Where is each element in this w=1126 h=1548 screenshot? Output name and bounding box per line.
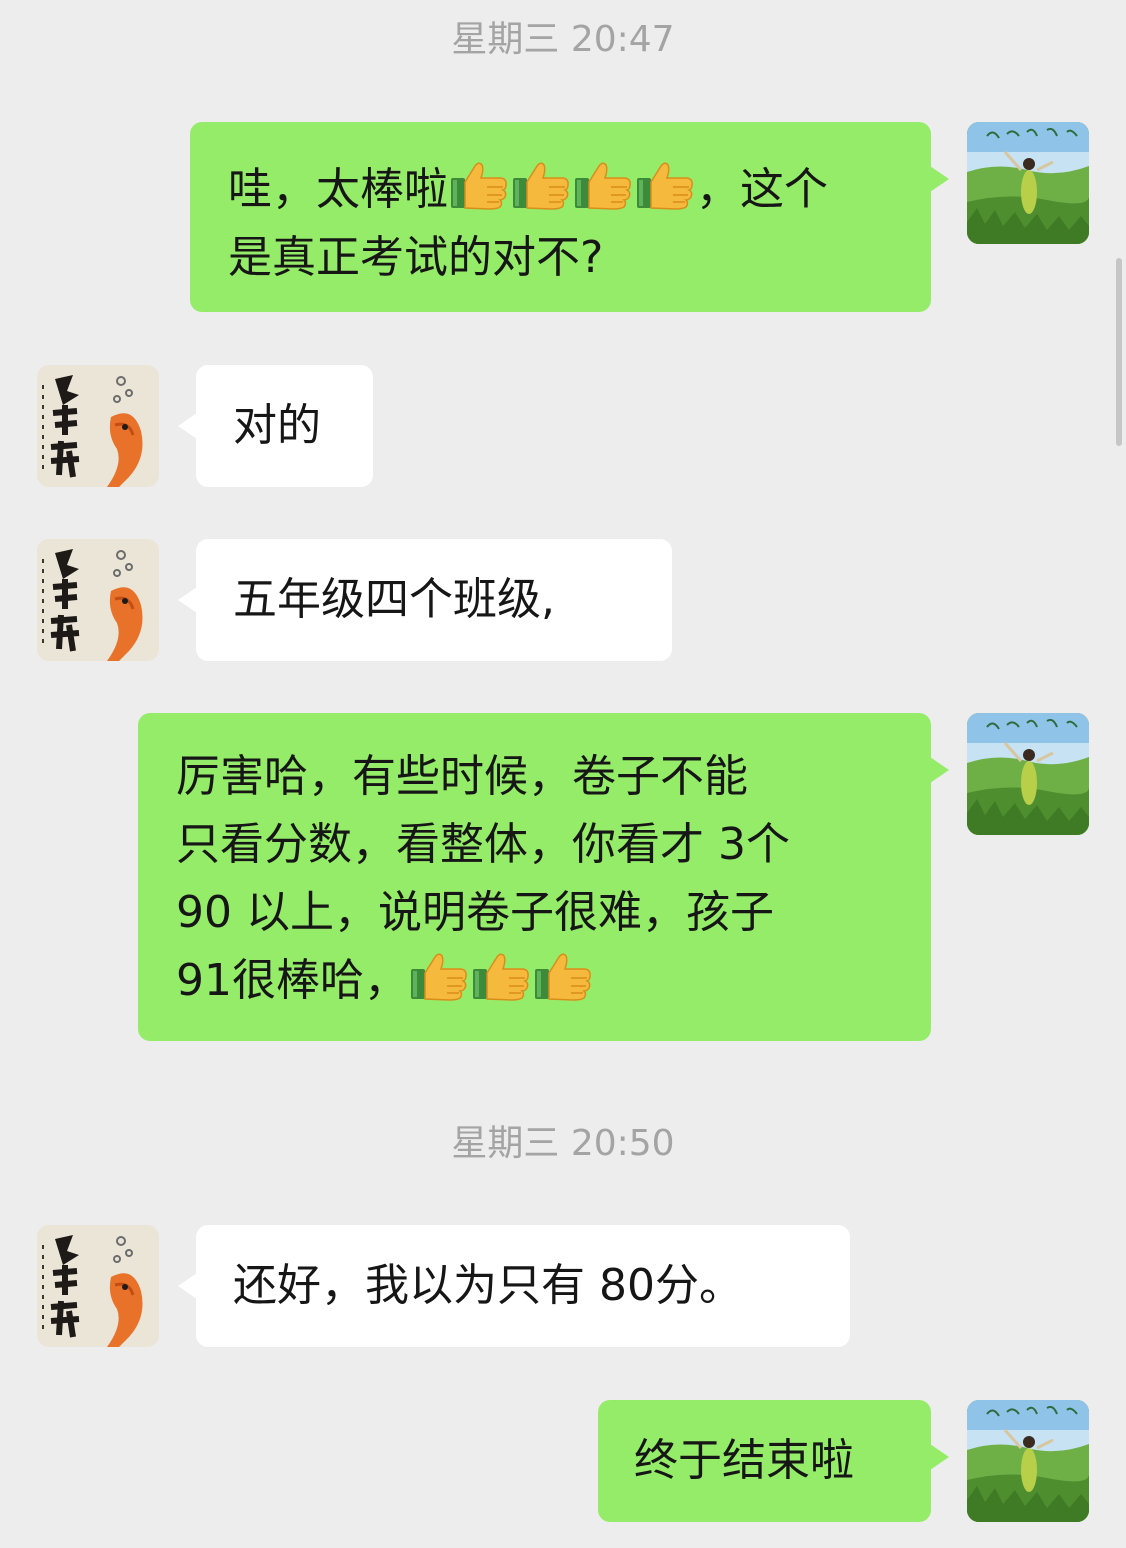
message-text: ，这个 [696, 164, 828, 215]
thumbs-up-icon [533, 951, 593, 1001]
thumbs-up-icon [471, 951, 531, 1001]
contact-avatar-icon[interactable] [37, 1225, 159, 1347]
message-bubble-incoming[interactable]: 还好，我以为只有 80分。 [178, 1225, 850, 1347]
message-line: 90 以上，说明卷子很难，孩子 [176, 887, 774, 938]
thumbs-up-icon [511, 160, 571, 210]
my-avatar-icon[interactable] [967, 122, 1089, 244]
message-bubble-outgoing[interactable]: 终于结束啦 [598, 1400, 949, 1522]
message-bubble-outgoing[interactable]: 哇，太棒啦 ，这个 是真正考试的对不? [190, 122, 949, 312]
thumbs-up-icon [409, 951, 469, 1001]
message-bubble-incoming[interactable]: 对的 [178, 365, 373, 487]
message-text: 91很棒哈， [176, 955, 408, 1006]
message-line: 只看分数，看整体，你看才 3个 [176, 819, 790, 870]
message-text: 还好，我以为只有 80分。 [233, 1260, 743, 1311]
message-line: 厉害哈，有些时候，卷子不能 [176, 751, 748, 802]
message-line: 是真正考试的对不? [228, 232, 604, 283]
contact-avatar-icon[interactable] [37, 365, 159, 487]
chat-window: 星期三 20:47 哇，太棒啦 ，这个 是真正考试的对不? 对的 五年级四个班级,… [0, 0, 1126, 1548]
message-bubble-outgoing[interactable]: 厉害哈，有些时候，卷子不能 只看分数，看整体，你看才 3个 90 以上，说明卷子… [138, 713, 949, 1041]
message-bubble-incoming[interactable]: 五年级四个班级, [178, 539, 672, 661]
contact-avatar-icon[interactable] [37, 539, 159, 661]
message-text: 对的 [233, 400, 321, 451]
my-avatar-icon[interactable] [967, 713, 1089, 835]
timestamp: 星期三 20:50 [451, 1123, 675, 1164]
message-line: 哇，太棒啦 ，这个 [228, 156, 895, 224]
thumbs-up-icon [573, 160, 633, 210]
thumbs-up-icon [635, 160, 695, 210]
scrollbar[interactable] [1116, 258, 1122, 446]
message-line: 91很棒哈， [176, 947, 911, 1015]
message-text: 五年级四个班级, [233, 574, 555, 625]
message-text: 哇，太棒啦 [228, 164, 448, 215]
timestamp: 星期三 20:47 [451, 19, 675, 60]
message-text: 终于结束啦 [634, 1435, 854, 1486]
my-avatar-icon[interactable] [967, 1400, 1089, 1522]
thumbs-up-icon [449, 160, 509, 210]
